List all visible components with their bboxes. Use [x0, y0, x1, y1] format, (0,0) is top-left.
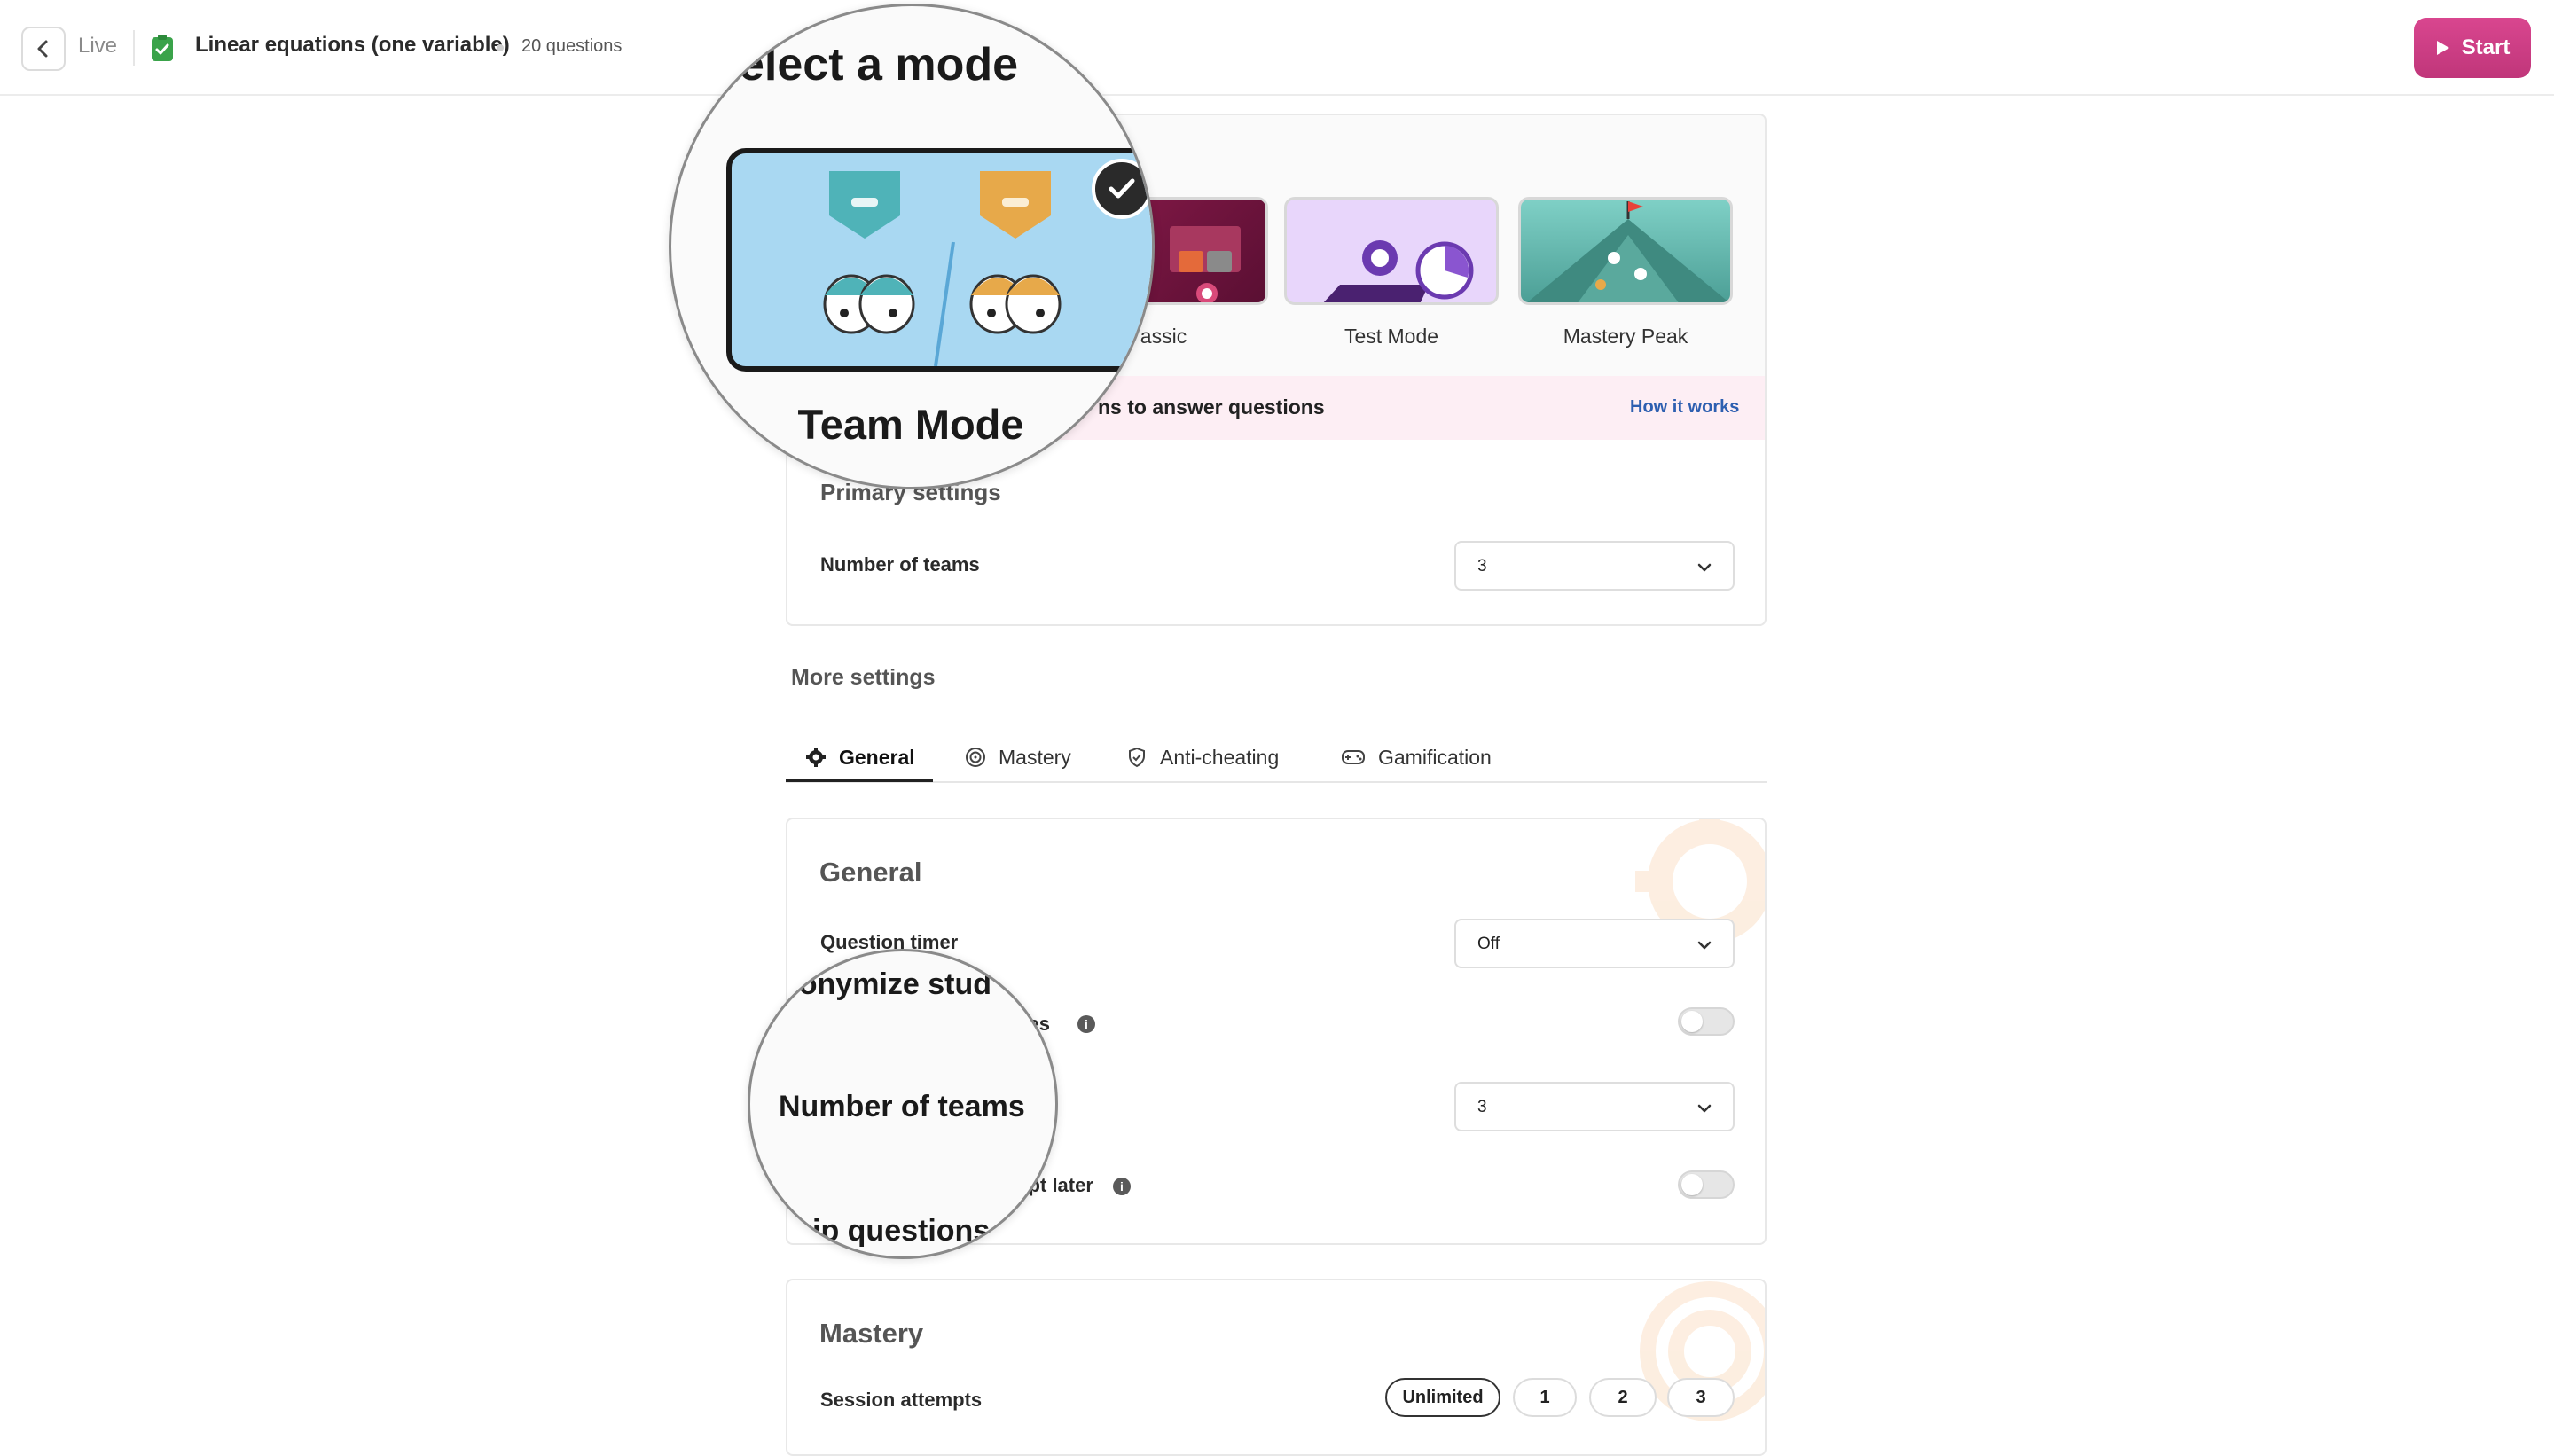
quiz-title: Linear equations (one variable) [195, 33, 510, 57]
mastery-section-title: Mastery [819, 1318, 924, 1349]
start-button-label: Start [2461, 35, 2511, 59]
gear-icon [806, 748, 826, 767]
how-it-works-link[interactable]: How it works [1630, 397, 1739, 418]
chevron-left-icon [37, 40, 48, 58]
chevron-down-icon [1697, 941, 1712, 950]
magnified-skip-fragment: ip questions [812, 1214, 991, 1248]
top-header: Live Linear equations (one variable) 20 … [0, 0, 2554, 96]
tab-general-label: General [839, 745, 915, 769]
number-of-teams-label: Number of teams [820, 553, 980, 575]
shield-check-icon [1129, 747, 1145, 768]
tab-anti-cheating-label: Anti-cheating [1160, 745, 1280, 769]
chevron-down-icon [1697, 563, 1712, 572]
session-attempts-label: Session attempts [820, 1389, 983, 1411]
selected-check-badge [1092, 159, 1152, 219]
question-timer-select[interactable]: Off [1454, 919, 1735, 968]
skip-toggle[interactable] [1678, 1170, 1735, 1199]
magnified-number-of-teams-label: Number of teams [779, 1090, 1025, 1123]
number-of-teams-select[interactable]: 3 [1454, 541, 1735, 591]
magnifier-number-of-teams: nonymize stud Number of teams ip questio… [748, 949, 1058, 1259]
mastery-settings-panel [786, 1279, 1767, 1456]
general-teams-value: 3 [1477, 1098, 1487, 1116]
team-mode-card[interactable] [726, 148, 1152, 372]
more-settings-title: More settings [791, 665, 936, 690]
attempts-option-unlimited[interactable]: Unlimited [1385, 1378, 1500, 1417]
magnifier-team-mode: elect a mode Team Mode [669, 4, 1155, 489]
tab-mastery[interactable]: Mastery [965, 732, 1071, 782]
magnified-mode-heading: elect a mode [739, 39, 1019, 90]
chevron-down-icon [1697, 1104, 1712, 1113]
tab-general[interactable]: General [805, 732, 915, 782]
tab-gamification-label: Gamification [1378, 745, 1492, 769]
mastery-peak-illustration [1527, 201, 1729, 302]
skip-info-icon[interactable]: i [1113, 1178, 1131, 1195]
header-divider [133, 30, 135, 66]
mastery-icon [966, 748, 985, 767]
checkmark-icon [1109, 178, 1135, 199]
start-button[interactable]: Start [2414, 18, 2531, 78]
play-icon [2436, 41, 2449, 55]
back-button[interactable] [21, 27, 66, 71]
gamepad-icon [1342, 750, 1365, 764]
team-mode-label: Team Mode [797, 401, 1024, 448]
attempts-option-2[interactable]: 2 [1589, 1378, 1657, 1417]
attempts-option-3[interactable]: 3 [1667, 1378, 1735, 1417]
title-separator-dot [497, 44, 504, 51]
anonymize-info-icon[interactable]: i [1077, 1015, 1095, 1033]
test-mode-illustration [1323, 240, 1474, 302]
question-count: 20 questions [521, 36, 623, 56]
test-mode-label: Test Mode [1344, 325, 1439, 348]
mastery-peak-mode-card[interactable] [1518, 197, 1733, 305]
mastery-peak-label: Mastery Peak [1563, 325, 1688, 348]
quiz-clipboard-icon [152, 35, 173, 61]
attempts-option-1[interactable]: 1 [1513, 1378, 1577, 1417]
anonymize-toggle[interactable] [1678, 1007, 1735, 1036]
tab-mastery-label: Mastery [999, 745, 1071, 769]
test-mode-card[interactable] [1284, 197, 1499, 305]
general-teams-select[interactable]: 3 [1454, 1082, 1735, 1131]
number-of-teams-value: 3 [1477, 557, 1487, 575]
magnified-anonymize-fragment: nonymize stud [780, 967, 992, 1001]
live-label: Live [78, 34, 118, 58]
tab-anti-cheating[interactable]: Anti-cheating [1126, 732, 1279, 782]
question-timer-value: Off [1477, 935, 1500, 953]
general-section-title: General [819, 857, 922, 888]
tab-gamification[interactable]: Gamification [1341, 732, 1492, 782]
